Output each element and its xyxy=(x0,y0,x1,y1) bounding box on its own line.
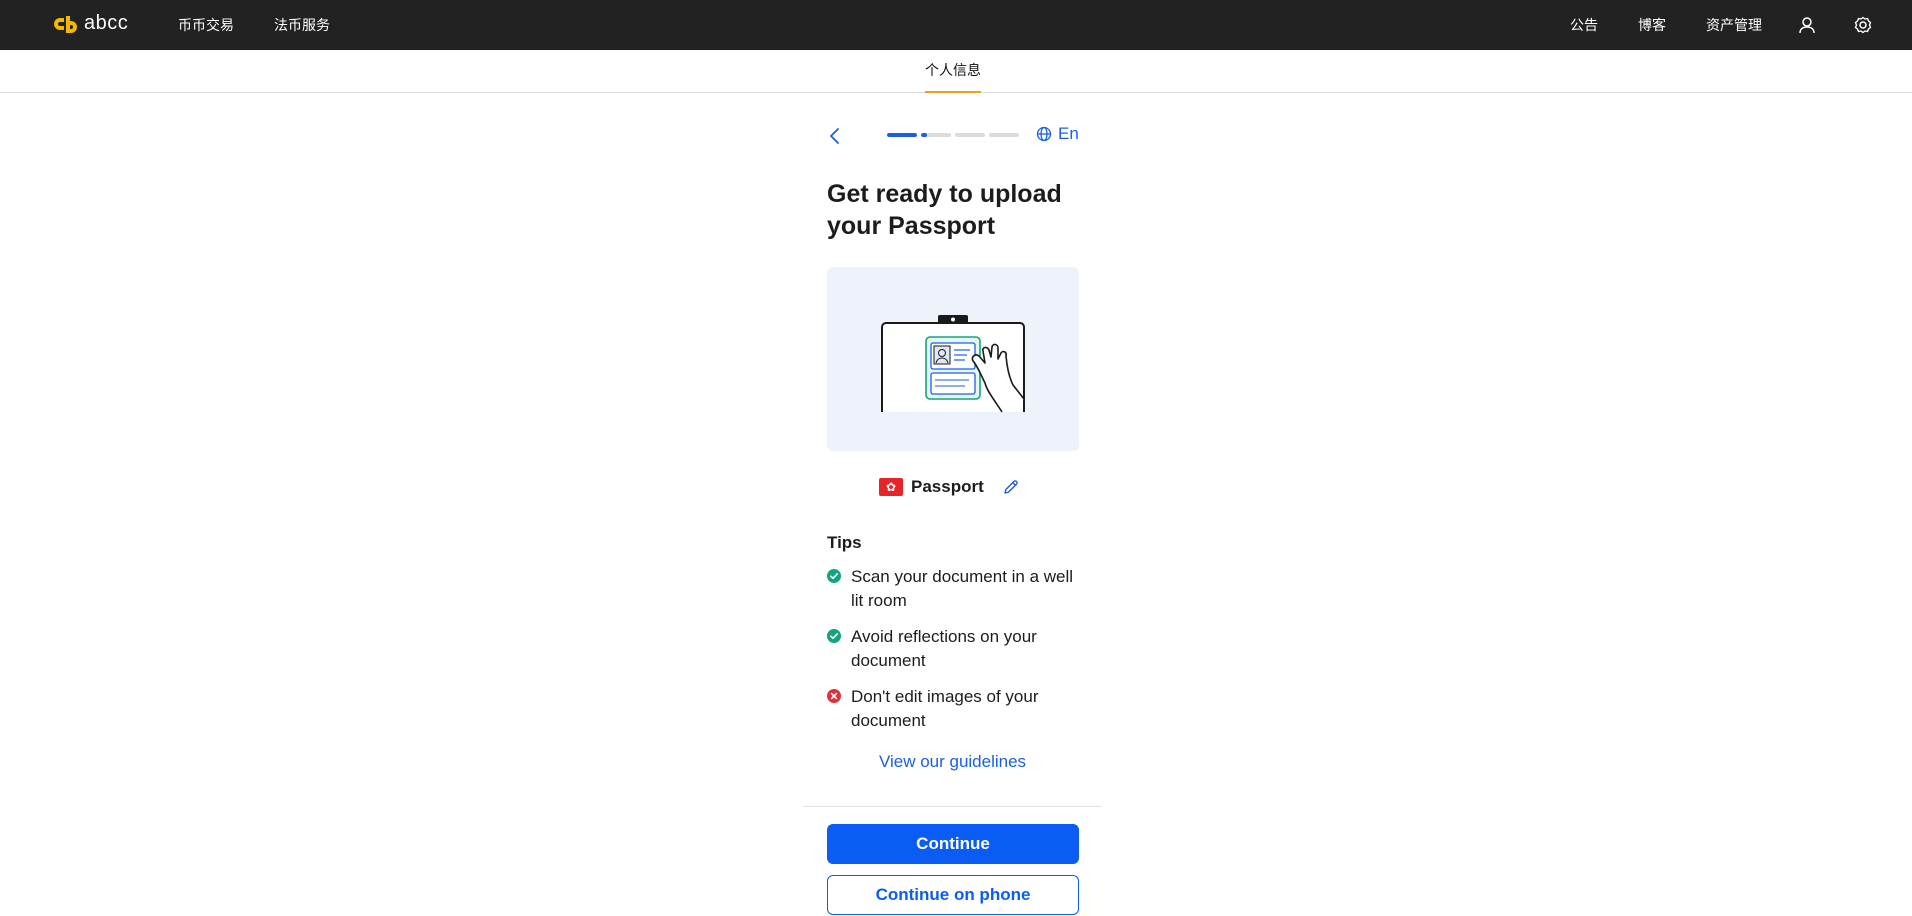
document-name: Passport xyxy=(911,477,984,496)
settings-icon[interactable] xyxy=(1852,14,1874,36)
progress-step-1 xyxy=(887,133,917,137)
progress-step-2 xyxy=(921,133,951,137)
pencil-edit-icon[interactable] xyxy=(1002,478,1020,496)
tab-personal-info[interactable]: 个人信息 xyxy=(925,50,981,93)
step-progress xyxy=(887,133,1019,137)
nav-announcements[interactable]: 公告 xyxy=(1570,15,1598,35)
language-switcher[interactable]: En xyxy=(1036,124,1079,144)
continue-button[interactable]: Continue xyxy=(827,824,1079,864)
continue-on-phone-button[interactable]: Continue on phone xyxy=(827,875,1079,915)
language-label: En xyxy=(1058,124,1079,143)
check-circle-icon xyxy=(827,629,841,643)
passport-scan-illustration xyxy=(827,267,1079,451)
hong-kong-flag-icon: ✿ xyxy=(879,478,903,496)
globe-icon xyxy=(1036,126,1052,142)
nav-fiat-services[interactable]: 法币服务 xyxy=(274,15,330,35)
progress-step-4 xyxy=(989,133,1019,137)
tip-item: Scan your document in a well lit room xyxy=(827,565,1087,613)
progress-step-3 xyxy=(955,133,985,137)
cross-circle-icon xyxy=(827,689,841,703)
tip-item: Don't edit images of your document xyxy=(827,685,1087,733)
top-navbar: abcc 币币交易 法币服务 公告 博客 资产管理 xyxy=(0,0,1912,50)
chevron-left-icon xyxy=(830,128,839,144)
tip-item: Avoid reflections on your document xyxy=(827,625,1087,673)
tip-text: Scan your document in a well lit room xyxy=(851,567,1074,610)
tip-text: Avoid reflections on your document xyxy=(851,627,1037,670)
divider xyxy=(803,806,1102,807)
abcc-logo-icon xyxy=(54,15,77,33)
selected-document: ✿ Passport xyxy=(879,476,1020,498)
nav-blog[interactable]: 博客 xyxy=(1638,15,1666,35)
nav-spot-trading[interactable]: 币币交易 xyxy=(178,15,234,35)
verification-panel: En Get ready to upload your Passport ✿ P… xyxy=(803,93,1102,916)
logo-text: abcc xyxy=(84,12,129,34)
tip-text: Don't edit images of your document xyxy=(851,687,1039,730)
user-icon[interactable] xyxy=(1796,14,1818,36)
back-button[interactable] xyxy=(826,125,844,147)
sub-navbar: 个人信息 xyxy=(0,50,1912,93)
tips-heading: Tips xyxy=(827,533,862,552)
page-title: Get ready to upload your Passport xyxy=(827,180,1062,240)
check-circle-icon xyxy=(827,569,841,583)
abcc-logo[interactable]: abcc xyxy=(50,12,128,35)
nav-asset-management[interactable]: 资产管理 xyxy=(1706,15,1762,35)
view-guidelines-link[interactable]: View our guidelines xyxy=(803,752,1102,772)
